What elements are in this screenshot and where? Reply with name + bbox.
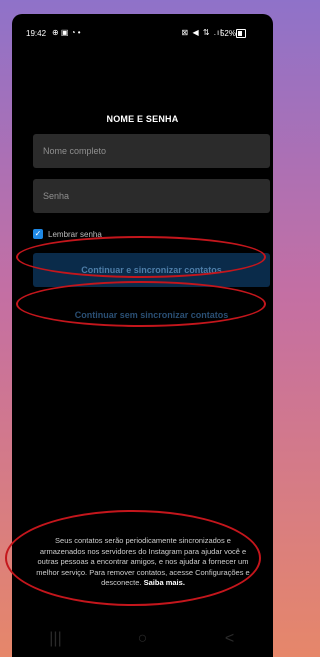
password-input[interactable]	[33, 179, 270, 213]
notification-icons: ⊕ ▣ ◔ •	[52, 28, 81, 37]
page-title: NOME E SENHA	[106, 114, 179, 124]
remember-password-toggle[interactable]: ✓ Lembrar senha	[33, 228, 102, 240]
back-icon[interactable]: <	[215, 629, 245, 649]
home-icon[interactable]: ○	[128, 629, 158, 649]
recent-apps-icon[interactable]: |||	[41, 629, 71, 649]
checkbox-checked-icon[interactable]: ✓	[33, 229, 43, 239]
continue-without-sync-button[interactable]: Continuar sem sincronizar contatos	[33, 303, 270, 327]
remember-password-label: Lembrar senha	[48, 229, 102, 239]
status-bar: 19:42 ⊕ ▣ ◔ • ⊠ ◀ ⇅ .ıl 52%	[12, 14, 273, 40]
full-name-input[interactable]	[33, 134, 270, 168]
continue-sync-contacts-button[interactable]: Continuar e sincronizar contatos	[33, 253, 270, 287]
sync-disclaimer: Seus contatos serão periodicamente sincr…	[36, 536, 250, 589]
status-time: 19:42	[26, 29, 47, 38]
signal-icons: ⊠ ◀ ⇅ .ıl	[181, 28, 223, 37]
system-navigation-bar: ||| ○ <	[12, 621, 273, 657]
phone-screen: 19:42 ⊕ ▣ ◔ • ⊠ ◀ ⇅ .ıl 52% NOME E SENHA…	[12, 14, 273, 657]
battery-icon	[236, 29, 246, 38]
learn-more-link[interactable]: Saiba mais.	[144, 578, 185, 587]
battery-level: 52%	[219, 29, 236, 38]
